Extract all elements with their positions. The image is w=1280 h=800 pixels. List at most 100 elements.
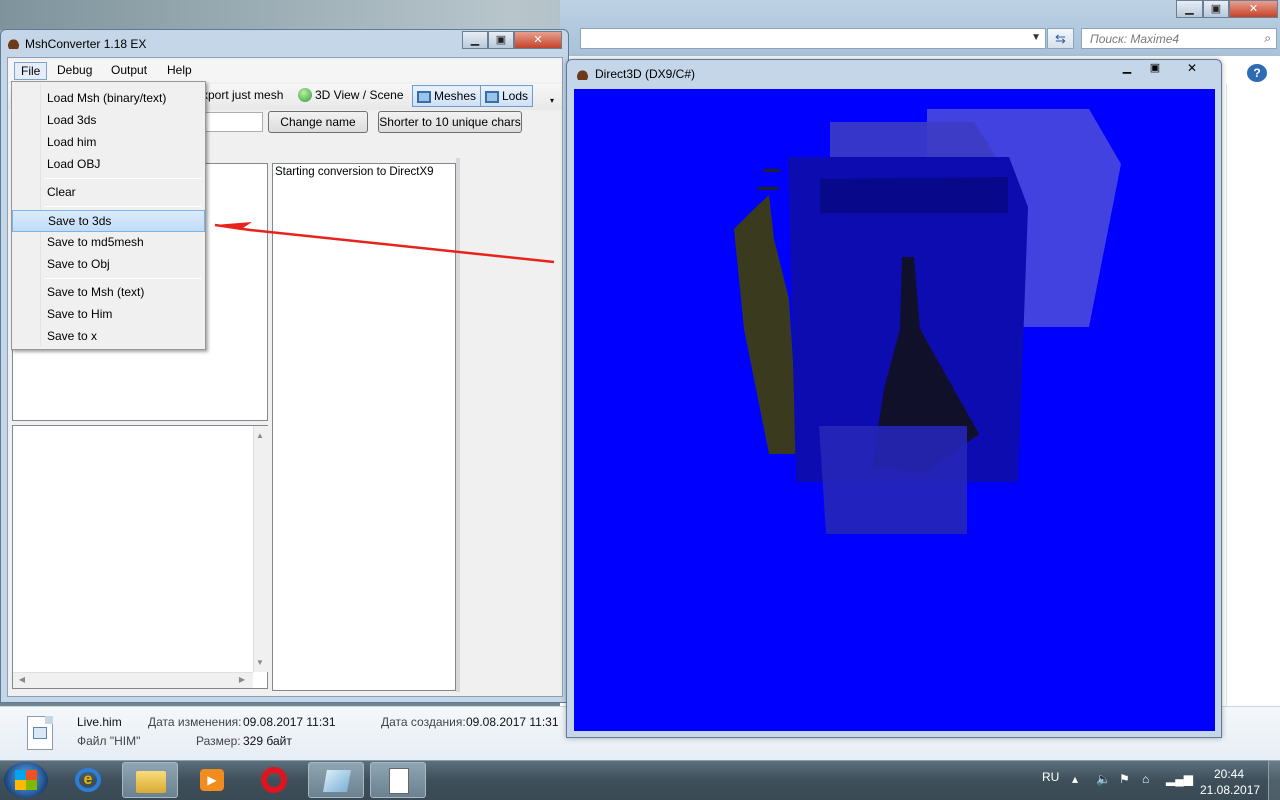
d3d-maximize-button[interactable]: ▣ <box>1142 61 1168 77</box>
explorer-address-bar[interactable]: ▼ <box>580 28 1046 49</box>
hat-icon <box>6 37 21 49</box>
menu-output[interactable]: Output <box>105 62 153 80</box>
search-icon: ⌕ <box>1264 31 1271 45</box>
close-icon: ✕ <box>533 34 543 46</box>
msh-minimize-button[interactable]: ▁ <box>462 31 488 49</box>
opera-icon <box>261 767 287 793</box>
lods-label: Lods <box>502 89 529 103</box>
soldier-figure <box>734 195 799 454</box>
d3d-close-button[interactable]: ✕ <box>1172 61 1212 77</box>
lower-box <box>819 426 967 534</box>
flag-icon[interactable]: ⚑ <box>1119 772 1130 786</box>
menu-item-save-3ds[interactable]: Save to 3ds <box>12 210 205 232</box>
document-icon <box>389 768 409 794</box>
media-player-icon: ▶ <box>200 769 224 791</box>
antenna <box>764 169 780 172</box>
taskbar-media[interactable]: ▶ <box>184 762 240 798</box>
taskbar-explorer[interactable] <box>122 762 178 798</box>
view-scene-label: 3D View / Scene <box>315 88 404 102</box>
window-title: MshConverter 1.18 EX <box>25 37 147 51</box>
details-created-value: 09.08.2017 11:31 <box>466 715 559 729</box>
log-line: Starting conversion to DirectX9 <box>275 166 434 178</box>
taskbar-opera[interactable] <box>246 762 302 798</box>
menu-item-save-obj[interactable]: Save to Obj <box>12 254 205 275</box>
msh-close-button[interactable]: ✕ <box>514 31 562 49</box>
vertical-scrollbar[interactable] <box>253 426 268 672</box>
scene-render <box>734 109 1121 534</box>
explorer-search-input[interactable]: Поиск: Maxime4 ⌕ <box>1081 28 1277 49</box>
change-name-button[interactable]: Change name <box>268 111 368 133</box>
network-icon[interactable]: ▂▄▆ <box>1166 772 1193 786</box>
scroll-up-icon[interactable]: ▲ <box>253 431 267 440</box>
explorer-content <box>1226 84 1280 760</box>
properties-panel[interactable]: ▲ ▼ ◀ ▶ <box>12 425 268 689</box>
explorer-close-button[interactable]: ✕ <box>1229 0 1278 18</box>
menu-item-clear[interactable]: Clear <box>12 182 205 203</box>
device-icon[interactable]: ⌂ <box>1142 772 1149 786</box>
maximize-icon: ▣ <box>495 34 507 46</box>
details-filetype: Файл "HIM" <box>77 734 141 748</box>
meshes-toggle[interactable]: Meshes <box>412 85 482 107</box>
horizontal-scrollbar[interactable] <box>13 672 253 688</box>
details-modified-value: 09.08.2017 11:31 <box>243 715 336 729</box>
show-hidden-icons[interactable]: ▴ <box>1072 772 1078 786</box>
menu-item-load-obj[interactable]: Load OBJ <box>12 154 205 175</box>
export-mesh-button[interactable]: xport just mesh <box>198 85 287 107</box>
minimize-icon: ▁ <box>1122 62 1132 74</box>
d3d-viewport[interactable] <box>574 89 1215 731</box>
shorter-button[interactable]: Shorter to 10 unique chars <box>378 111 522 133</box>
mesh-name-input[interactable] <box>203 112 263 132</box>
menu-separator <box>44 278 202 279</box>
folder-icon <box>136 771 166 793</box>
menu-item-save-msh[interactable]: Save to Msh (text) <box>12 282 205 303</box>
menu-help[interactable]: Help <box>161 62 198 80</box>
internet-explorer-icon: e <box>75 768 101 792</box>
taskbar-mshconverter[interactable] <box>308 762 364 798</box>
menu-debug[interactable]: Debug <box>51 62 98 80</box>
start-button[interactable] <box>4 762 48 798</box>
top-shadow <box>820 177 1008 213</box>
menu-item-load-him[interactable]: Load him <box>12 132 205 153</box>
taskbar-document[interactable] <box>370 762 426 798</box>
menu-item-save-md5mesh[interactable]: Save to md5mesh <box>12 232 205 253</box>
explorer-maximize-button[interactable]: ▣ <box>1203 0 1229 18</box>
app-icon <box>323 770 351 792</box>
maximize-icon: ▣ <box>1149 62 1161 74</box>
windows-logo-icon <box>15 770 37 790</box>
minimize-icon: ▁ <box>470 34 480 46</box>
language-indicator[interactable]: RU <box>1042 770 1059 784</box>
clock-date[interactable]: 21.08.2017 <box>1200 783 1260 797</box>
antenna <box>758 187 778 190</box>
meshes-label: Meshes <box>434 89 477 103</box>
toolbar-overflow-icon[interactable]: ▾ <box>550 96 554 105</box>
volume-icon[interactable]: 🔈 <box>1096 772 1111 786</box>
menu-item-load-3ds[interactable]: Load 3ds <box>12 110 205 131</box>
refresh-button[interactable]: ⇆ <box>1047 28 1074 49</box>
lods-toggle[interactable]: Lods <box>480 85 534 107</box>
menu-item-save-him[interactable]: Save to Him <box>12 304 205 325</box>
chevron-down-icon[interactable]: ▼ <box>1031 32 1041 43</box>
details-created-label: Дата создания: <box>381 715 466 729</box>
explorer-minimize-button[interactable]: ▁ <box>1176 0 1203 18</box>
clock-time[interactable]: 20:44 <box>1214 767 1244 781</box>
scroll-left-icon[interactable]: ◀ <box>15 675 29 684</box>
monitor-icon <box>417 91 431 103</box>
view-scene-button[interactable]: 3D View / Scene <box>294 85 408 107</box>
taskbar-ie[interactable]: e <box>60 762 116 798</box>
file-icon <box>27 716 53 750</box>
menu-item-save-x[interactable]: Save to x <box>12 326 205 347</box>
log-panel[interactable] <box>272 163 456 691</box>
globe-icon <box>298 88 312 102</box>
help-icon[interactable]: ? <box>1247 64 1267 82</box>
maximize-icon: ▣ <box>1210 3 1222 15</box>
menu-file[interactable]: File <box>14 62 48 80</box>
details-modified-label: Дата изменения: <box>148 715 242 729</box>
menu-item-load-msh[interactable]: Load Msh (binary/text) <box>12 88 205 109</box>
panel-splitter[interactable] <box>456 158 460 692</box>
msh-maximize-button[interactable]: ▣ <box>488 31 514 49</box>
scroll-right-icon[interactable]: ▶ <box>235 675 249 684</box>
show-desktop-button[interactable] <box>1268 760 1280 800</box>
search-placeholder: Поиск: Maxime4 <box>1090 32 1180 46</box>
scroll-down-icon[interactable]: ▼ <box>253 658 267 667</box>
d3d-minimize-button[interactable]: ▁ <box>1114 61 1140 77</box>
